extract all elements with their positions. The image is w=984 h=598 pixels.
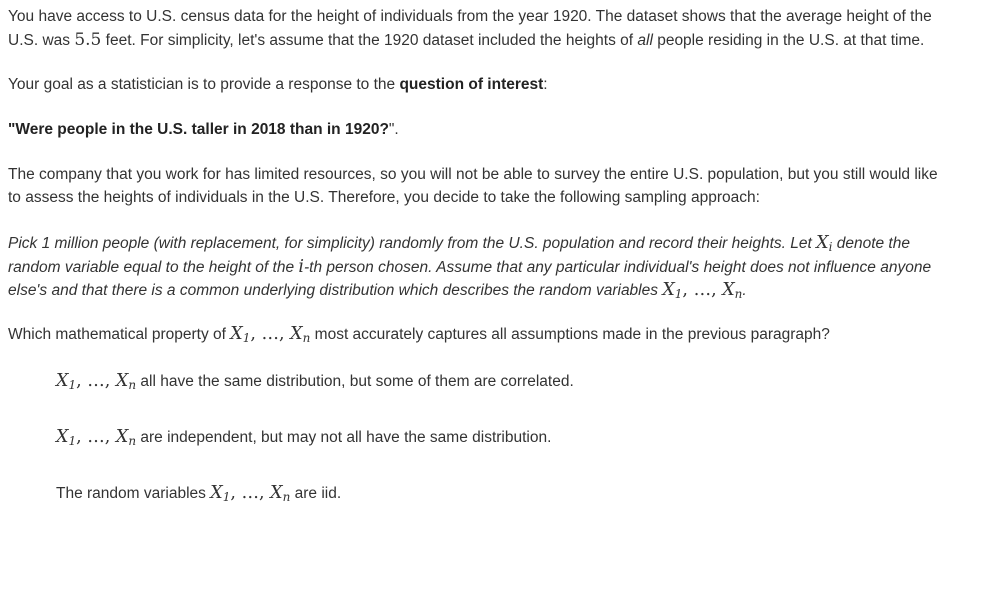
sampling-text-4: . (742, 282, 747, 299)
sampling-paragraph: Pick 1 million people (with replacement,… (8, 232, 948, 303)
math-x-sequence: X1, …, Xn (210, 483, 291, 504)
answer-option-3[interactable]: The random variables X1, …, Xn are iid. (56, 482, 948, 505)
intro-emphasis: all (637, 31, 653, 49)
company-paragraph: The company that you work for has limite… (8, 166, 938, 206)
math-x-sequence: X1, …, Xn (230, 323, 311, 345)
option-2-text: are independent, but may not all have th… (136, 429, 552, 446)
math-x-i: Xi (816, 233, 833, 254)
goal-paragraph: Your goal as a statistician is to provid… (8, 74, 948, 97)
sampling-text-1: Pick 1 million people (with replacement,… (8, 235, 817, 252)
question-of-interest: Were people in the U.S. taller in 2018 t… (15, 120, 389, 138)
question-close-quote: ". (388, 120, 399, 138)
goal-text-2: : (543, 76, 548, 93)
answer-option-2[interactable]: X1, …, Xn are independent, but may not a… (56, 426, 948, 449)
goal-bold: question of interest (399, 76, 544, 93)
option-3-text: are iid. (290, 485, 342, 502)
question-paragraph: "Were people in the U.S. taller in 2018 … (8, 119, 948, 142)
average-height-value: 5.5 (74, 29, 102, 50)
math-x-sequence: X1, …, Xn (662, 280, 743, 301)
intro-text-2: feet. For simplicity, let's assume that … (101, 31, 638, 49)
which-paragraph: Which mathematical property of X1, …, Xn… (8, 323, 948, 347)
problem-content: You have access to U.S. census data for … (8, 6, 948, 505)
which-text-1: Which mathematical property of (8, 325, 231, 343)
math-x-sequence: X1, …, Xn (56, 427, 137, 448)
goal-text-1: Your goal as a statistician is to provid… (8, 76, 400, 93)
option-3-prefix: The random variables (56, 485, 211, 502)
intro-text-3: people residing in the U.S. at that time… (652, 31, 925, 49)
math-x-sequence: X1, …, Xn (56, 371, 137, 392)
option-1-text: all have the same distribution, but some… (136, 373, 574, 390)
which-text-2: most accurately captures all assumptions… (310, 325, 830, 343)
intro-paragraph: You have access to U.S. census data for … (8, 6, 948, 52)
answer-option-1[interactable]: X1, …, Xn all have the same distribution… (56, 370, 948, 393)
answer-options: X1, …, Xn all have the same distribution… (8, 370, 948, 505)
